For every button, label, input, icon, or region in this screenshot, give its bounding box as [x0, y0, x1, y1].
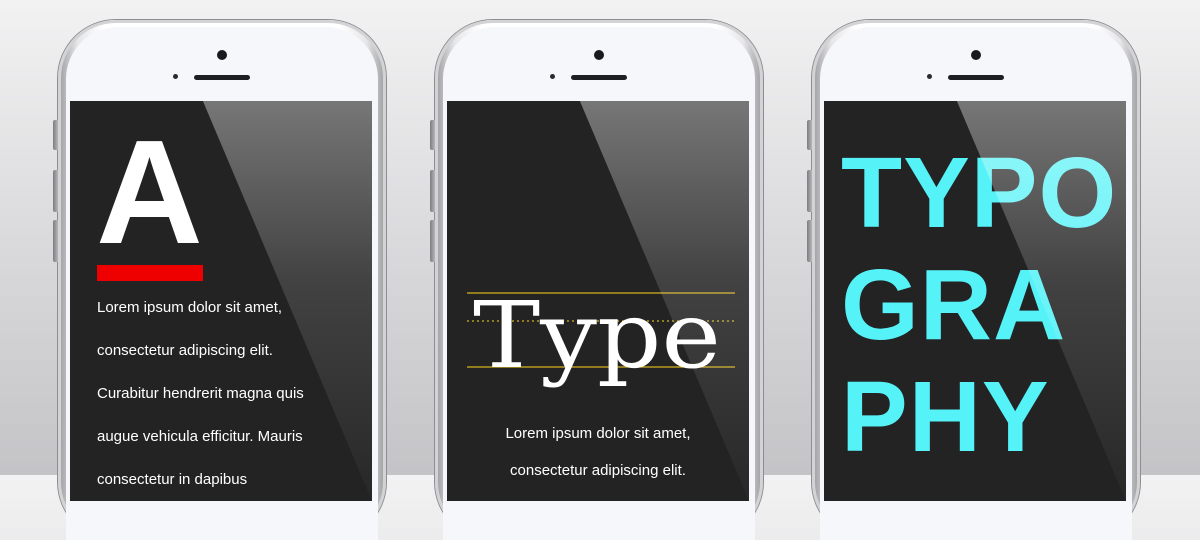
paragraph-line: consectetur adipiscing elit. [510, 462, 686, 479]
paragraph-line: consectetur in dapibus [97, 471, 248, 488]
volume-down-button [807, 220, 812, 262]
display-line: PHY [841, 361, 1050, 473]
paragraph-line: Curabitur hendrerit magna quis [97, 385, 304, 402]
front-camera-icon [594, 50, 604, 60]
front-camera-icon [217, 50, 227, 60]
sensor-dot-icon [927, 74, 932, 79]
earpiece-speaker-icon [571, 75, 627, 80]
body-paragraph: Lorem ipsum dolor sit amet, consectetur … [447, 423, 749, 497]
volume-up-button [430, 170, 435, 212]
accent-bar [97, 265, 203, 281]
sensor-dot-icon [173, 74, 178, 79]
headline-letter: A [96, 110, 203, 275]
sensor-dot-icon [550, 74, 555, 79]
side-button [53, 120, 58, 150]
typography-display: TYPO GRA PHY [841, 137, 1117, 473]
paragraph-line: consectetur adipiscing elit. [97, 342, 273, 359]
volume-down-button [430, 220, 435, 262]
display-line: TYPO [841, 137, 1118, 249]
volume-up-button [807, 170, 812, 212]
display-line: GRA [841, 249, 1067, 361]
phone-screen: TYPO GRA PHY [824, 101, 1126, 501]
front-camera-icon [971, 50, 981, 60]
phone-left: A Lorem ipsum dolor sit amet, consectetu… [53, 20, 386, 540]
side-button [430, 120, 435, 150]
phone-right: TYPO GRA PHY [807, 20, 1140, 540]
volume-down-button [53, 220, 58, 262]
earpiece-speaker-icon [948, 75, 1004, 80]
body-paragraph: Lorem ipsum dolor sit amet, consectetur … [97, 297, 367, 501]
paragraph-line: augue vehicula efficitur. Mauris [97, 428, 303, 445]
volume-up-button [53, 170, 58, 212]
paragraph-line: Lorem ipsum dolor sit amet, [505, 425, 691, 442]
earpiece-speaker-icon [194, 75, 250, 80]
phone-screen: A Lorem ipsum dolor sit amet, consectetu… [70, 101, 372, 501]
display-word: Type [473, 282, 721, 389]
phone-screen: Type Lorem ipsum dolor sit amet, consect… [447, 101, 749, 501]
type-specimen: Type [467, 282, 735, 389]
side-button [807, 120, 812, 150]
phone-middle: Type Lorem ipsum dolor sit amet, consect… [430, 20, 763, 540]
paragraph-line: Lorem ipsum dolor sit amet, [97, 299, 283, 316]
